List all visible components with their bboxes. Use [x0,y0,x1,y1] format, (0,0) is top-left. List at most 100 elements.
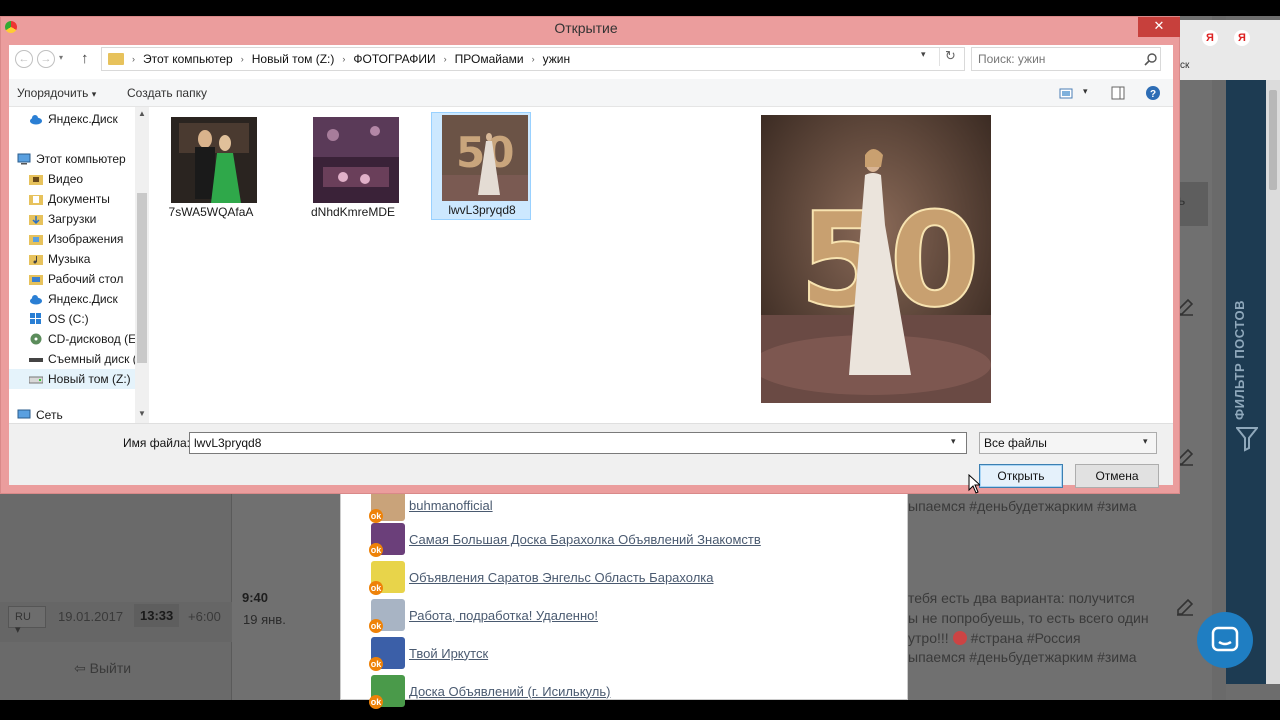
group-avatar: ok [369,599,405,633]
file-name: 7sWA5WQAfaA [168,205,254,219]
nav-item-images[interactable]: Изображения [9,229,141,249]
nav-item-label: Сеть [36,409,63,421]
yandex-icon[interactable]: Я [1202,30,1218,46]
file-item-selected[interactable]: 50 lwvL3pryqd8 [431,112,531,220]
help-icon[interactable]: ? [1145,85,1161,101]
dialog-client: ← → ▾ ↑ › Этот компьютер › Новый том (Z:… [9,45,1173,488]
nav-item-os-c[interactable]: OS (C:) [9,309,141,329]
post-text: тебя есть два варианта: получится [908,590,1135,606]
nav-item-label: Изображения [48,232,124,246]
breadcrumb-separator-icon[interactable]: › [532,54,535,64]
dialog-bottom-area: Имя файла: lwvL3pryqd8 ▾ Все файлы ▾ Отк… [9,423,1173,488]
refresh-icon[interactable]: ↻ [939,48,961,66]
nav-item-music[interactable]: Музыка [9,249,141,269]
edit-icon[interactable] [1176,598,1194,616]
yandex-icon[interactable]: Я [1234,30,1250,46]
group-item[interactable]: ok Работа, подработка! Удаленно! [369,599,598,633]
preview-pane-icon[interactable] [1111,85,1125,101]
logout-link[interactable]: ⇦ Выйти [74,660,131,677]
navigation-scrollbar[interactable]: ▲ ▼ [135,107,149,423]
folder-music-icon [29,255,43,265]
nav-item-this-pc[interactable]: Этот компьютер [9,149,141,169]
breadcrumb-separator-icon[interactable]: › [444,54,447,64]
view-dropdown-icon[interactable]: ▾ [1083,86,1088,97]
nav-item-cd-drive[interactable]: CD-дисковод (E: [9,329,141,349]
file-item[interactable]: 7sWA5WQAfaA [161,115,261,223]
breadcrumb-photos[interactable]: ФОТОГРАФИИ [353,52,435,66]
chat-button[interactable] [1197,612,1253,668]
open-button[interactable]: Открыть [979,464,1063,488]
breadcrumb-separator-icon[interactable]: › [241,54,244,64]
filename-input[interactable]: lwvL3pryqd8 [189,432,967,454]
filetype-select[interactable]: Все файлы [979,432,1157,454]
post-text-part: #страна #Россия [970,630,1081,646]
nav-item-downloads[interactable]: Загрузки [9,209,141,229]
nav-item-video[interactable]: Видео [9,169,141,189]
folder-icon [108,53,124,65]
address-dropdown-icon[interactable]: ▾ [921,49,926,60]
breadcrumb-separator-icon[interactable]: › [132,54,135,64]
breadcrumb-promiami[interactable]: ПРОмайами [455,52,524,66]
group-item[interactable]: ok Самая Большая Доска Барахолка Объявле… [369,523,761,557]
nav-item-new-volume-z[interactable]: Новый том (Z:) [9,369,141,389]
organize-menu[interactable]: Упорядочить ▾ [17,86,96,100]
breadcrumb-this-pc[interactable]: Этот компьютер [143,52,233,66]
scroll-down-icon[interactable]: ▼ [135,409,149,418]
post-filter-label[interactable]: ФИЛЬТР ПОСТОВ [1232,290,1262,420]
nav-item-label: Этот компьютер [36,152,126,166]
nav-item-label: Видео [48,172,84,186]
view-options-icon[interactable] [1059,85,1073,101]
address-bar[interactable]: › Этот компьютер › Новый том (Z:) › ФОТО… [101,47,965,71]
removable-drive-icon [29,358,43,362]
nav-item-documents[interactable]: Документы [9,189,141,209]
group-item[interactable]: ok Доска Объявлений (г. Исилькуль) [369,675,610,709]
recent-dropdown-icon[interactable]: ▾ [59,53,63,62]
file-item[interactable]: dNhdKmreMDE [303,115,403,223]
folder-video-icon [29,175,43,185]
nav-item-label: OS (C:) [48,312,89,326]
group-link[interactable]: Твой Иркутск [409,646,488,661]
nav-item-yandex-disk[interactable]: Яндекс.Диск [9,109,141,129]
new-folder-button[interactable]: Создать папку [127,86,207,100]
close-button[interactable]: ✕ [1138,17,1180,37]
chevron-down-icon[interactable]: ▾ [1143,436,1148,447]
group-link[interactable]: Работа, подработка! Удаленно! [409,608,598,623]
folder-images-icon [29,235,43,245]
filename-dropdown-icon[interactable]: ▾ [951,436,956,447]
group-link[interactable]: Самая Большая Доска Барахолка Объявлений… [409,532,761,547]
scroll-up-icon[interactable]: ▲ [135,109,149,118]
breadcrumb-separator-icon[interactable]: › [342,54,345,64]
nav-item-removable[interactable]: Съемный диск ( [9,349,141,369]
dialog-titlebar[interactable]: Открытие ✕ [1,17,1181,37]
windows-drive-icon [30,313,41,324]
group-item[interactable]: ok Объявления Саратов Энгельс Область Ба… [369,561,713,595]
nav-item-yandex-disk-2[interactable]: Яндекс.Диск [9,289,141,309]
language-select[interactable]: RU ▾ [8,606,46,636]
nav-item-desktop[interactable]: Рабочий стол [9,269,141,289]
address-row: ← → ▾ ↑ › Этот компьютер › Новый том (Z:… [9,45,1173,75]
filter-icon[interactable] [1236,426,1258,452]
forward-button[interactable]: → [37,50,55,68]
group-link[interactable]: Доска Объявлений (г. Исилькуль) [409,684,610,699]
nav-item-label: Яндекс.Диск [48,292,118,306]
page-scrollbar-thumb[interactable] [1269,90,1277,190]
group-link[interactable]: Объявления Саратов Энгельс Область Барах… [409,570,713,585]
navigation-scrollbar-thumb[interactable] [137,193,147,363]
nav-item-label: Яндекс.Диск [48,112,118,126]
logout-icon: ⇦ [74,660,90,676]
cancel-button[interactable]: Отмена [1075,464,1159,488]
navigation-pane: Яндекс.Диск Этот компьютер Видео Докумен… [9,107,149,423]
back-button[interactable]: ← [15,50,33,68]
breadcrumb-drive[interactable]: Новый том (Z:) [252,52,335,66]
search-input[interactable]: Поиск: ужин [971,47,1161,71]
nav-item-network[interactable]: Сеть [9,409,141,421]
breadcrumb-dinner[interactable]: ужин [543,52,571,66]
footer-time[interactable]: 13:33 [134,604,180,627]
up-button[interactable]: ↑ [81,50,89,67]
browser-extensions-bar [1180,20,1280,80]
folder-downloads-icon [29,215,43,225]
logout-label: Выйти [89,660,132,676]
nav-item-label: Рабочий стол [48,272,124,286]
group-item[interactable]: ok Твой Иркутск [369,637,488,671]
group-link[interactable]: buhmanofficial [409,498,493,513]
